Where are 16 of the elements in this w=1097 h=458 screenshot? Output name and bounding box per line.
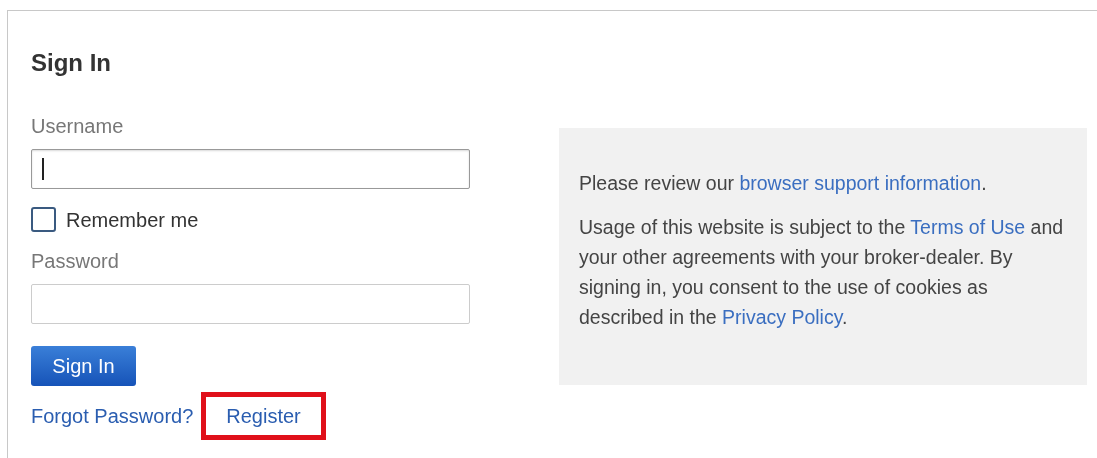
page-title: Sign In bbox=[31, 51, 111, 75]
password-field[interactable] bbox=[31, 284, 470, 324]
text-cursor-icon bbox=[42, 158, 44, 180]
sign-in-button[interactable]: Sign In bbox=[31, 346, 136, 386]
page-link[interactable]: Forgot Password? bbox=[31, 392, 194, 440]
remember-checkbox[interactable] bbox=[31, 207, 56, 232]
password-label: Password bbox=[31, 250, 119, 272]
remember-label: Remember me bbox=[66, 208, 199, 231]
info-paragraph: Usage of this website is subject to the Terms of Use and your other agreements with your broker-dealer. By signing in, you consent to the use of cookies as described in the Privacy Policy. bbox=[579, 215, 1065, 330]
info-link[interactable]: Terms of Use bbox=[910, 216, 1026, 238]
info-link[interactable]: browser support information bbox=[739, 172, 982, 194]
info-link[interactable]: Privacy Policy bbox=[722, 306, 842, 328]
username-field[interactable] bbox=[31, 149, 470, 189]
info-paragraph: Please review our browser support information. bbox=[579, 171, 988, 196]
username-label: Username bbox=[31, 115, 124, 137]
page-link[interactable]: Register bbox=[201, 392, 326, 440]
